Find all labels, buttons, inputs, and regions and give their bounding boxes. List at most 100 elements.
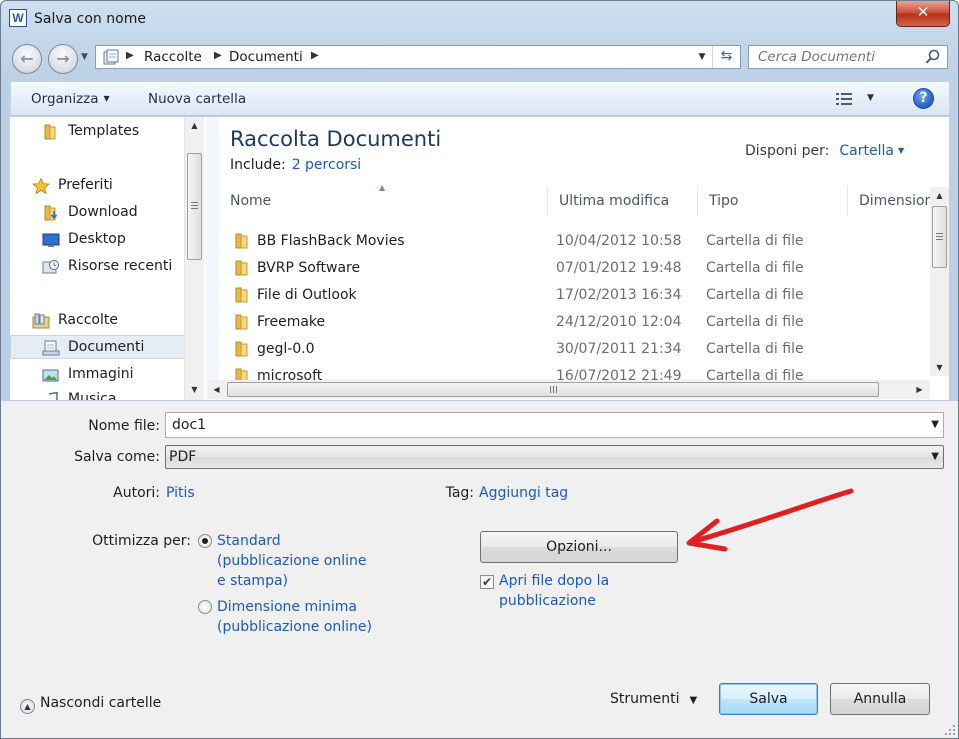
scroll-up-icon[interactable]: ▲: [930, 187, 949, 204]
hide-folders-toggle[interactable]: ▲ Nascondi cartelle: [20, 695, 161, 714]
file-row[interactable]: File di Outlook 17/02/2013 16:34 Cartell…: [219, 282, 931, 309]
library-include: Include: 2 percorsi: [230, 157, 361, 173]
download-folder-icon: [44, 205, 58, 221]
save-button[interactable]: Salva: [719, 683, 818, 715]
file-name: BVRP Software: [257, 260, 361, 276]
forward-button[interactable]: →: [48, 44, 78, 74]
file-row[interactable]: Freemake 24/12/2010 12:04 Cartella di fi…: [219, 309, 931, 336]
savetype-label: Salva come:: [74, 449, 160, 465]
nav-item-pictures[interactable]: Immagini: [10, 363, 185, 387]
nav-item-recent-places[interactable]: Risorse recenti: [10, 255, 185, 279]
breadcrumb-separator-icon[interactable]: ▶: [311, 50, 319, 61]
scroll-right-icon[interactable]: ▶: [911, 380, 928, 399]
optimize-label: Ottimizza per:: [92, 533, 191, 549]
add-tag-link[interactable]: Aggiungi tag: [479, 485, 568, 501]
column-header-type[interactable]: Tipo: [698, 186, 848, 216]
cancel-button[interactable]: Annulla: [830, 683, 930, 715]
search-input[interactable]: [749, 46, 919, 68]
refresh-button[interactable]: ⇆: [712, 46, 740, 68]
scrollbar-thumb[interactable]: [227, 382, 879, 397]
options-button[interactable]: Opzioni...: [480, 531, 678, 563]
nav-item-desktop[interactable]: Desktop: [10, 228, 185, 252]
new-folder-button[interactable]: Nuova cartella: [148, 91, 246, 107]
filename-field[interactable]: ▼: [165, 412, 944, 438]
address-history-dropdown[interactable]: ▼: [694, 46, 710, 68]
optimize-standard-label[interactable]: Standard (pubblicazione online e stampa): [217, 531, 367, 591]
pane-splitter[interactable]: [206, 117, 219, 400]
optimize-minimal-label[interactable]: Dimensione minima (pubblicazione online): [217, 597, 372, 637]
folder-icon: [235, 233, 248, 249]
help-icon[interactable]: ?: [913, 88, 934, 109]
column-header-name[interactable]: Nome: [219, 186, 548, 216]
command-toolbar: Organizza ▼ Nuova cartella ▼ ?: [10, 81, 950, 116]
address-bar[interactable]: ▶ Raccolte ▶ Documenti ▶ ▼ ⇆: [95, 45, 741, 69]
nav-item-label: Risorse recenti: [68, 258, 173, 274]
file-type: Cartella di file: [706, 233, 804, 249]
scroll-up-icon[interactable]: ▲: [185, 117, 204, 134]
pictures-icon: [42, 369, 59, 382]
nav-item-label: Desktop: [68, 231, 126, 247]
organize-menu[interactable]: Organizza ▼: [31, 91, 110, 107]
include-locations-link[interactable]: 2 percorsi: [292, 157, 362, 173]
breadcrumb-documenti[interactable]: Documenti: [229, 49, 303, 65]
change-view-icon[interactable]: [835, 91, 853, 107]
breadcrumb-separator-icon[interactable]: ▶: [126, 50, 134, 61]
breadcrumb-separator-icon[interactable]: ▶: [214, 50, 222, 61]
tools-menu[interactable]: Strumenti ▼: [610, 691, 697, 707]
nav-item-libraries[interactable]: Raccolte: [10, 309, 185, 333]
music-icon: [48, 392, 58, 400]
column-header-size[interactable]: Dimensione: [848, 186, 938, 216]
nav-item-download[interactable]: Download: [10, 201, 185, 225]
scrollbar-thumb[interactable]: [187, 153, 202, 260]
chevron-down-icon: ▼: [897, 146, 905, 155]
file-name: gegl-0.0: [257, 341, 315, 357]
file-modified: 30/07/2011 21:34: [556, 341, 682, 357]
nav-item-label: Documenti: [68, 339, 145, 355]
file-row[interactable]: BVRP Software 07/01/2012 19:48 Cartella …: [219, 255, 931, 282]
filename-input[interactable]: [166, 413, 926, 437]
column-header-modified[interactable]: Ultima modifica: [548, 186, 698, 216]
arrange-by[interactable]: Disponi per: Cartella ▼: [745, 143, 904, 159]
chevron-down-icon[interactable]: ▼: [931, 419, 939, 430]
recent-locations-dropdown[interactable]: ▼: [81, 52, 88, 62]
file-row[interactable]: gegl-0.0 30/07/2011 21:34 Cartella di fi…: [219, 336, 931, 363]
nav-item-label: Raccolte: [58, 312, 118, 328]
nav-item-templates[interactable]: Templates: [10, 120, 185, 144]
savetype-value: PDF: [169, 449, 197, 465]
open-after-publish-checkbox[interactable]: ✔: [480, 575, 494, 589]
search-box[interactable]: [748, 45, 948, 69]
search-icon: [925, 49, 940, 64]
desktop-icon: [42, 233, 60, 247]
view-options-dropdown[interactable]: ▼: [867, 93, 874, 103]
file-list-horizontal-scrollbar[interactable]: ◀ ▶: [208, 380, 930, 399]
scroll-left-icon[interactable]: ◀: [208, 380, 225, 399]
nav-item-favorites[interactable]: Preferiti: [10, 174, 185, 198]
file-name: Freemake: [257, 314, 326, 330]
nav-item-label: Preferiti: [58, 177, 113, 193]
arrange-value[interactable]: Cartella: [839, 143, 894, 159]
scrollbar-thumb[interactable]: [932, 206, 947, 268]
open-after-publish-label[interactable]: Apri file dopo la pubblicazione: [499, 571, 609, 611]
resize-grip-icon[interactable]: [944, 724, 956, 736]
file-modified: 07/01/2012 19:48: [556, 260, 682, 276]
window-title: Salva con nome: [34, 11, 146, 27]
navigation-bar: ← → ▼ ▶ Raccolte ▶ Documenti ▶ ▼ ⇆: [1, 39, 958, 77]
optimize-minimal-radio[interactable]: [198, 600, 212, 614]
breadcrumb-raccolte[interactable]: Raccolte: [144, 49, 202, 65]
back-button[interactable]: ←: [12, 44, 42, 74]
authors-value[interactable]: Pitis: [166, 485, 195, 501]
file-row[interactable]: BB FlashBack Movies 10/04/2012 10:58 Car…: [219, 228, 931, 255]
folder-icon: [235, 260, 248, 276]
nav-item-music[interactable]: Musica: [10, 388, 185, 400]
savetype-select[interactable]: PDF ▼: [165, 445, 944, 469]
file-type: Cartella di file: [706, 341, 804, 357]
scroll-down-icon[interactable]: ▼: [930, 359, 949, 376]
grip-line: [936, 239, 943, 240]
optimize-standard-radio[interactable]: [198, 534, 212, 548]
nav-pane-scrollbar[interactable]: ▲ ▼: [184, 117, 204, 400]
close-button[interactable]: ✕: [896, 1, 950, 27]
scroll-down-icon[interactable]: ▼: [185, 381, 204, 398]
nav-item-documents[interactable]: Documenti: [10, 335, 185, 359]
forward-arrow-icon: →: [56, 49, 70, 68]
file-list-vertical-scrollbar[interactable]: ▲ ▼: [930, 187, 949, 376]
